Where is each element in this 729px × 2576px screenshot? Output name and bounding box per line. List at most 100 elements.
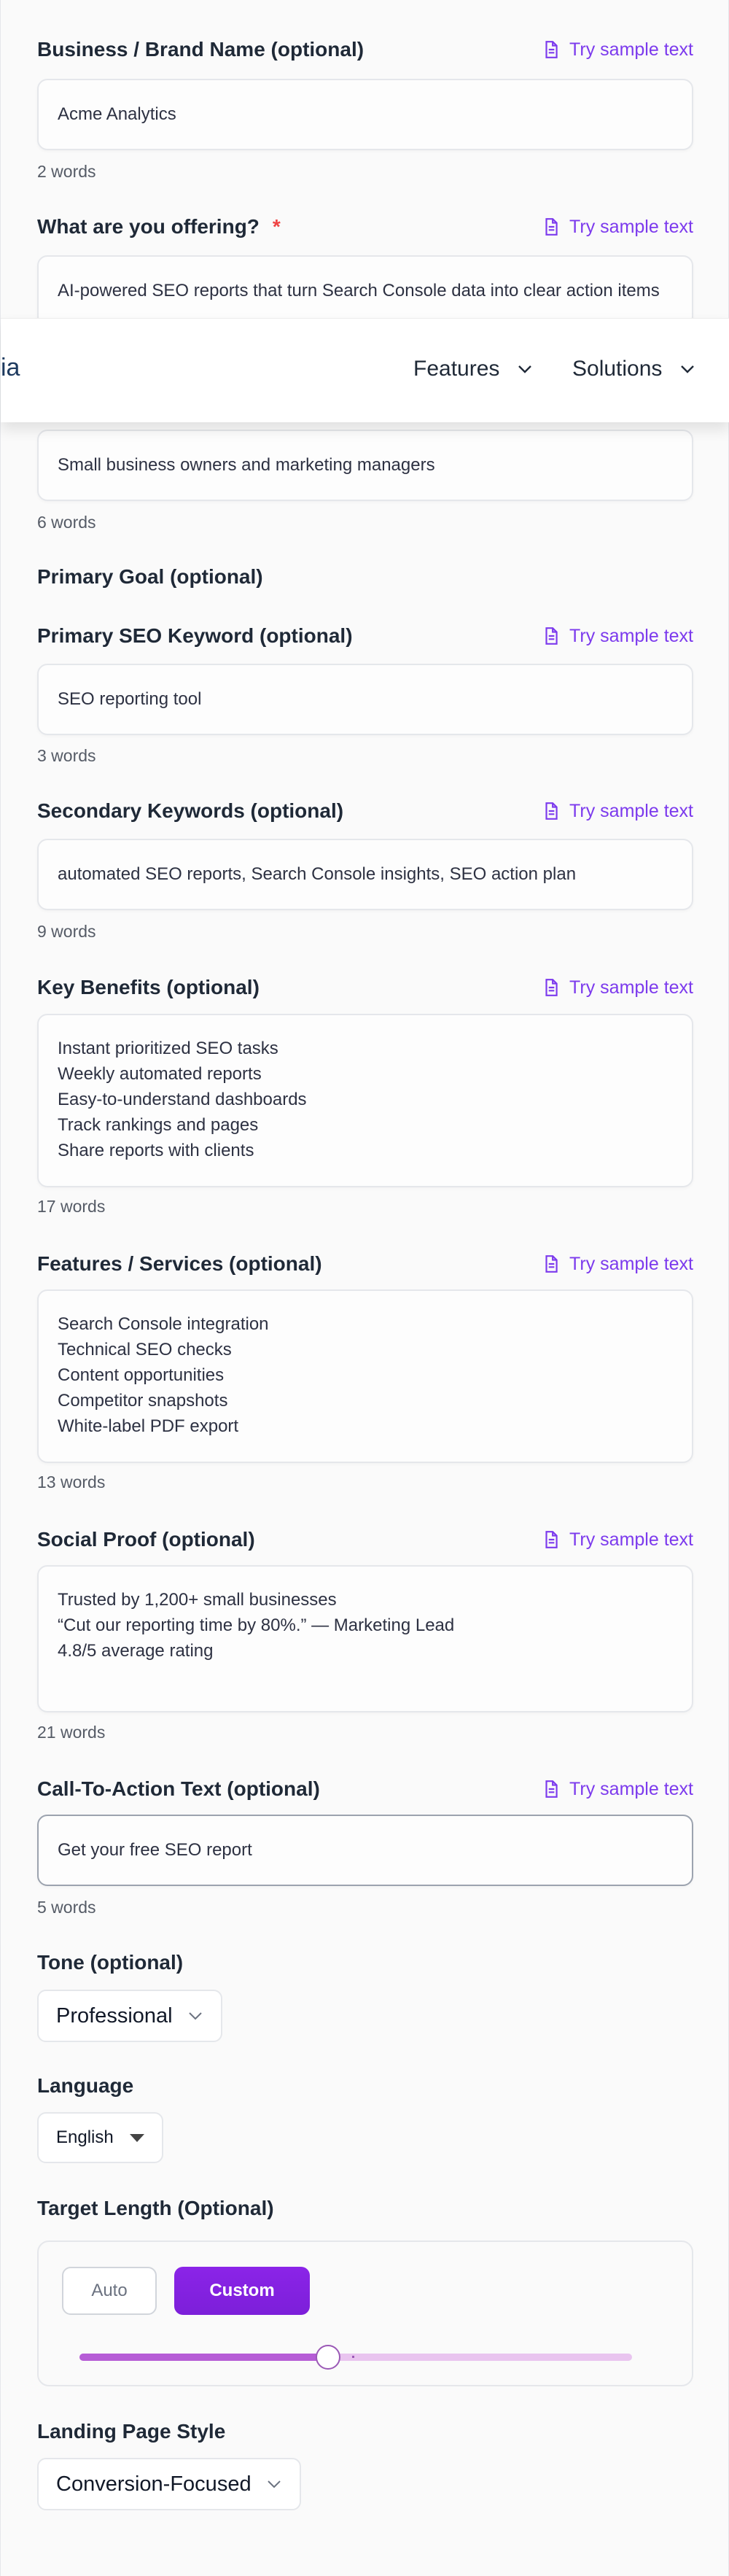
custom-length-button[interactable]: Custom xyxy=(174,2267,310,2315)
features-sample-button[interactable]: Try sample text xyxy=(542,1254,693,1275)
length-header: Target Length (Optional) xyxy=(37,2194,693,2223)
audience-word-count: 6 words xyxy=(37,513,96,532)
benefits-line: Share reports with clients xyxy=(58,1141,254,1160)
sample-link-text: Try sample text xyxy=(569,800,693,821)
language-select[interactable]: English xyxy=(37,2112,163,2163)
brand-sample-button[interactable]: Try sample text xyxy=(542,39,693,61)
social-proof-line: 4.8/5 average rating xyxy=(58,1641,214,1661)
document-icon xyxy=(545,627,558,645)
auto-length-button[interactable]: Auto xyxy=(62,2267,157,2315)
primary-keyword-label: Primary SEO Keyword (optional) xyxy=(37,624,353,647)
sample-link-text: Try sample text xyxy=(569,977,693,998)
features-header: Features / Services (optional) Try sampl… xyxy=(37,1249,693,1279)
offering-input-value: AI-powered SEO reports that turn Search … xyxy=(58,281,660,300)
primary-keyword-word-count: 3 words xyxy=(37,746,96,765)
chevron-down-icon xyxy=(518,365,532,373)
slider-tick xyxy=(352,2356,354,2358)
features-line: Technical SEO checks xyxy=(58,1340,232,1359)
length-card: Auto Custom xyxy=(37,2241,693,2386)
offering-sample-button[interactable]: Try sample text xyxy=(542,217,693,238)
goal-label: Primary Goal (optional) xyxy=(37,565,263,588)
slider-thumb[interactable] xyxy=(316,2345,340,2370)
brand-input[interactable]: Acme Analytics xyxy=(37,79,693,150)
nav-solutions-label: Solutions xyxy=(572,357,663,381)
benefits-textarea[interactable]: Instant prioritized SEO tasks Weekly aut… xyxy=(37,1014,693,1187)
sample-link-text: Try sample text xyxy=(569,216,693,237)
cta-input[interactable]: Get your free SEO report xyxy=(37,1815,693,1886)
secondary-keywords-label: Secondary Keywords (optional) xyxy=(37,799,344,822)
brand-field-header: Business / Brand Name (optional) Try sam… xyxy=(37,35,693,64)
benefits-line: Easy-to-understand dashboards xyxy=(58,1090,307,1109)
sample-link-text: Try sample text xyxy=(569,1778,693,1799)
audience-input-value: Small business owners and marketing mana… xyxy=(58,455,435,475)
features-word-count: 13 words xyxy=(37,1473,106,1491)
benefits-label: Key Benefits (optional) xyxy=(37,976,260,998)
caret-down-icon xyxy=(129,2133,144,2142)
tone-selected-value: Professional xyxy=(56,2003,173,2028)
primary-keyword-sample-button[interactable]: Try sample text xyxy=(542,626,693,647)
social-proof-line: “Cut our reporting time by 80%.” — Marke… xyxy=(58,1615,455,1635)
style-selected-value: Conversion-Focused xyxy=(56,2472,252,2496)
length-slider[interactable] xyxy=(79,2345,632,2370)
benefits-line: Weekly automated reports xyxy=(58,1064,262,1084)
benefits-header: Key Benefits (optional) Try sample text xyxy=(37,973,693,1002)
primary-keyword-header: Primary SEO Keyword (optional) Try sampl… xyxy=(37,621,693,651)
social-proof-textarea[interactable]: Trusted by 1,200+ small businesses “Cut … xyxy=(37,1565,693,1712)
secondary-keywords-value: automated SEO reports, Search Console in… xyxy=(58,864,577,884)
nav-features[interactable]: Features xyxy=(413,357,533,381)
cta-word-count: 5 words xyxy=(37,1898,96,1917)
length-label: Target Length (Optional) xyxy=(37,2197,274,2219)
style-dropdown[interactable]: Conversion-Focused xyxy=(37,2458,301,2510)
social-proof-word-count: 21 words xyxy=(37,1723,106,1742)
offering-field-header: What are you offering? * Try sample text xyxy=(37,212,693,241)
offering-input[interactable]: AI-powered SEO reports that turn Search … xyxy=(37,255,693,327)
secondary-keywords-word-count: 9 words xyxy=(37,922,96,941)
cta-sample-button[interactable]: Try sample text xyxy=(542,1779,693,1800)
document-icon xyxy=(545,41,558,58)
social-proof-line: Trusted by 1,200+ small businesses xyxy=(58,1590,337,1610)
sample-link-text: Try sample text xyxy=(569,39,693,60)
primary-keyword-input[interactable]: SEO reporting tool xyxy=(37,664,693,735)
nav-solutions[interactable]: Solutions xyxy=(572,357,695,381)
cta-header: Call-To-Action Text (optional) Try sampl… xyxy=(37,1774,693,1804)
language-label: Language xyxy=(37,2074,134,2097)
document-icon xyxy=(545,979,558,996)
sample-link-text: Try sample text xyxy=(569,625,693,646)
logo-fragment[interactable]: ia xyxy=(1,354,20,382)
document-icon xyxy=(545,1780,558,1798)
social-proof-label: Social Proof (optional) xyxy=(37,1528,255,1551)
secondary-keywords-input[interactable]: automated SEO reports, Search Console in… xyxy=(37,839,693,910)
audience-input[interactable]: Small business owners and marketing mana… xyxy=(37,430,693,501)
secondary-keywords-sample-button[interactable]: Try sample text xyxy=(542,801,693,822)
slider-fill xyxy=(79,2354,328,2361)
tone-dropdown[interactable]: Professional xyxy=(37,1990,222,2042)
cta-label: Call-To-Action Text (optional) xyxy=(37,1777,320,1800)
language-selected-value: English xyxy=(56,2127,114,2147)
social-proof-header: Social Proof (optional) Try sample text xyxy=(37,1525,693,1554)
goal-field-header: Primary Goal (optional) xyxy=(37,562,693,591)
benefits-line: Track rankings and pages xyxy=(58,1115,259,1135)
secondary-keywords-header: Secondary Keywords (optional) Try sample… xyxy=(37,796,693,826)
document-icon xyxy=(545,218,558,236)
features-line: White-label PDF export xyxy=(58,1416,239,1436)
required-marker: * xyxy=(272,215,281,238)
document-icon xyxy=(545,1255,558,1273)
benefits-sample-button[interactable]: Try sample text xyxy=(542,977,693,998)
document-icon xyxy=(545,802,558,820)
chevron-down-icon xyxy=(681,365,695,373)
features-textarea[interactable]: Search Console integration Technical SEO… xyxy=(37,1289,693,1463)
social-proof-sample-button[interactable]: Try sample text xyxy=(542,1529,693,1551)
chevron-down-icon xyxy=(188,2012,202,2020)
form-page: Business / Brand Name (optional) Try sam… xyxy=(0,0,729,2576)
sample-link-text: Try sample text xyxy=(569,1253,693,1274)
primary-keyword-value: SEO reporting tool xyxy=(58,689,202,709)
features-line: Search Console integration xyxy=(58,1314,269,1334)
features-line: Content opportunities xyxy=(58,1365,225,1385)
style-label: Landing Page Style xyxy=(37,2420,226,2443)
language-header: Language xyxy=(37,2071,693,2100)
brand-word-count: 2 words xyxy=(37,162,96,181)
brand-label: Business / Brand Name (optional) xyxy=(37,38,364,61)
nav-features-label: Features xyxy=(413,357,500,381)
features-line: Competitor snapshots xyxy=(58,1391,228,1411)
offering-label: What are you offering? * xyxy=(37,215,281,238)
